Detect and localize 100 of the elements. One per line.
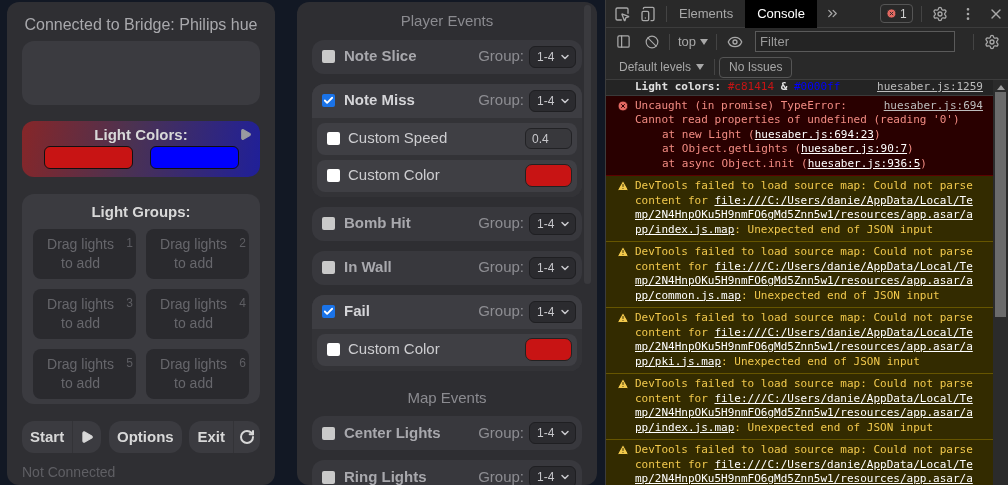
devtools-tab[interactable]: Elements (667, 0, 746, 28)
group-select[interactable]: 1-4 (529, 89, 576, 112)
console-settings-icon[interactable] (984, 33, 1000, 50)
settings-icon[interactable] (931, 5, 948, 22)
group-label: Group: (478, 46, 524, 67)
group-label: Group: (478, 90, 524, 111)
levels-select[interactable]: Default levels (619, 58, 705, 76)
context-select[interactable]: top (678, 31, 709, 52)
slot-placeholder: Drag lights to add (159, 234, 228, 273)
color-swatch[interactable] (149, 146, 239, 169)
light-groups-title: Light Groups: (90, 202, 192, 222)
stack-link[interactable]: huesaber.js:936:5 (807, 156, 921, 171)
warning-message: DevTools failed to load source map: Could not parse content for file:///C:/Users/danie/AppData/Local/Temp/2N4HnpOKu5H9nmFO6gMd5Znn5w1/resources/app.asar/app/pki.js.map: Unexpected end of JSON input (635, 311, 974, 369)
play-icon[interactable] (239, 128, 252, 141)
warning-icon (617, 444, 629, 456)
checkbox[interactable] (322, 50, 335, 63)
event-label: Ring Lights (344, 466, 428, 485)
warning-icon (617, 180, 629, 192)
stack-link[interactable]: huesaber.js:694:23 (754, 127, 874, 142)
section-title: Map Events (406, 387, 488, 408)
play-icon (80, 430, 95, 444)
checkbox[interactable] (327, 343, 340, 356)
warning-message: DevTools failed to load source map: Could not parse content for file:///C:/Users/danie/AppData/Local/Temp/2N4HnpOKu5H9nmFO6gMd5Znn5w1/resources/app.asar/app/index.js.map: Unexpected end of JSON input (635, 179, 974, 237)
stack-frame: at async Object.init ( (662, 156, 808, 171)
error-count-badge[interactable]: 1 (879, 4, 913, 23)
stack-frame-end: ) (920, 156, 927, 171)
light-colors-title: Light Colors: (94, 127, 188, 142)
devtools-tab[interactable]: Console (745, 0, 817, 28)
inspect-icon[interactable] (614, 5, 630, 22)
error-icon (885, 8, 897, 19)
check-icon (323, 95, 334, 106)
stack-frame-end: ) (873, 127, 881, 142)
error-icon (617, 99, 629, 112)
section-title: Player Events (399, 11, 495, 31)
color-swatch[interactable] (525, 164, 572, 187)
slot-placeholder: Drag lights to add (159, 354, 228, 393)
check-icon (323, 306, 334, 317)
checkbox[interactable] (322, 470, 335, 484)
group-select[interactable]: 1-4 (529, 466, 576, 485)
clear-console-icon[interactable] (645, 34, 659, 49)
event-label: Bomb Hit (344, 213, 412, 234)
app-button[interactable]: Start (22, 421, 102, 453)
stack-frame-end: ) (907, 142, 914, 157)
speed-field[interactable]: 0.4 (525, 128, 572, 149)
log-message: Light colors: #c81414 & #0000ff (635, 80, 842, 95)
stack-frame: at new Light ( (662, 127, 755, 142)
group-select[interactable]: 1-4 (529, 45, 576, 68)
warning-icon (617, 378, 629, 390)
option-label: Custom Speed (348, 128, 449, 149)
group-select[interactable]: 1-4 (529, 256, 576, 279)
source-link[interactable]: huesaber.js:694 (883, 98, 983, 113)
group-label: Group: (478, 466, 524, 485)
group-select[interactable]: 1-4 (529, 300, 576, 323)
group-select[interactable]: 1-4 (529, 422, 576, 444)
stack-frame: at Object.getLights ( (662, 142, 802, 157)
checkbox[interactable] (322, 94, 335, 107)
checkbox[interactable] (327, 132, 340, 145)
color-swatch[interactable] (43, 146, 133, 169)
group-select[interactable]: 1-4 (529, 212, 576, 235)
checkbox[interactable] (327, 169, 340, 182)
error-message: Uncaught (in promise) TypeError: (635, 98, 847, 113)
checkbox[interactable] (322, 217, 335, 230)
app-button[interactable]: Exit (189, 421, 260, 453)
sidebar-toggle-icon[interactable] (616, 34, 631, 49)
event-label: Note Slice (344, 46, 418, 67)
slot-placeholder: Drag lights to add (159, 294, 228, 333)
error-detail: Cannot read properties of undefined (reading '0') (635, 113, 961, 128)
group-label: Group: (478, 301, 524, 322)
scrollbar-thumb[interactable] (584, 5, 591, 284)
event-label: Note Miss (344, 90, 416, 111)
dropdown-icon (700, 38, 709, 45)
refresh-icon (239, 429, 255, 445)
event-label: Center Lights (344, 422, 442, 443)
event-label: Fail (344, 301, 371, 322)
scrollbar[interactable] (993, 80, 1008, 485)
warning-icon (617, 246, 629, 258)
checkbox[interactable] (322, 305, 335, 318)
event-label: In Wall (344, 257, 393, 278)
option-label: Custom Color (348, 165, 441, 186)
slot-placeholder: Drag lights to add (46, 294, 115, 333)
scrollbar-thumb[interactable] (995, 92, 1006, 317)
checkbox[interactable] (322, 261, 335, 274)
group-label: Group: (478, 257, 524, 278)
device-toolbar-icon[interactable] (640, 5, 656, 22)
filter-field[interactable]: Filter (755, 31, 956, 52)
group-label: Group: (478, 213, 524, 234)
slot-placeholder: Drag lights to add (46, 234, 115, 273)
color-swatch[interactable] (525, 338, 572, 361)
warning-message: DevTools failed to load source map: Could not parse content for file:///C:/Users/danie/AppData/Local/Temp/2N4HnpOKu5H9nmFO6gMd5Znn5w1/resources/app.asar/a (635, 443, 974, 485)
scroll-up-icon[interactable] (996, 85, 1005, 90)
app-button[interactable]: Options (109, 421, 182, 453)
warning-icon (617, 312, 629, 324)
stack-link[interactable]: huesaber.js:90:7 (801, 142, 908, 157)
source-link[interactable]: huesaber.js:1259 (877, 80, 983, 95)
checkbox[interactable] (322, 426, 335, 440)
issues-button[interactable]: No Issues (719, 56, 793, 78)
warning-message: DevTools failed to load source map: Could not parse content for file:///C:/Users/danie/AppData/Local/Temp/2N4HnpOKu5H9nmFO6gMd5Znn5w1/resources/app.asar/app/common.js.map: Unexpected end of JSON input (635, 245, 974, 303)
group-label: Group: (478, 422, 524, 443)
option-label: Custom Color (348, 339, 441, 360)
warning-message: DevTools failed to load source map: Could not parse content for file:///C:/Users/danie/AppData/Local/Temp/2N4HnpOKu5H9nmFO6gMd5Znn5w1/resources/app.asar/app/index.js.map: Unexpected end of JSON input (635, 377, 974, 435)
